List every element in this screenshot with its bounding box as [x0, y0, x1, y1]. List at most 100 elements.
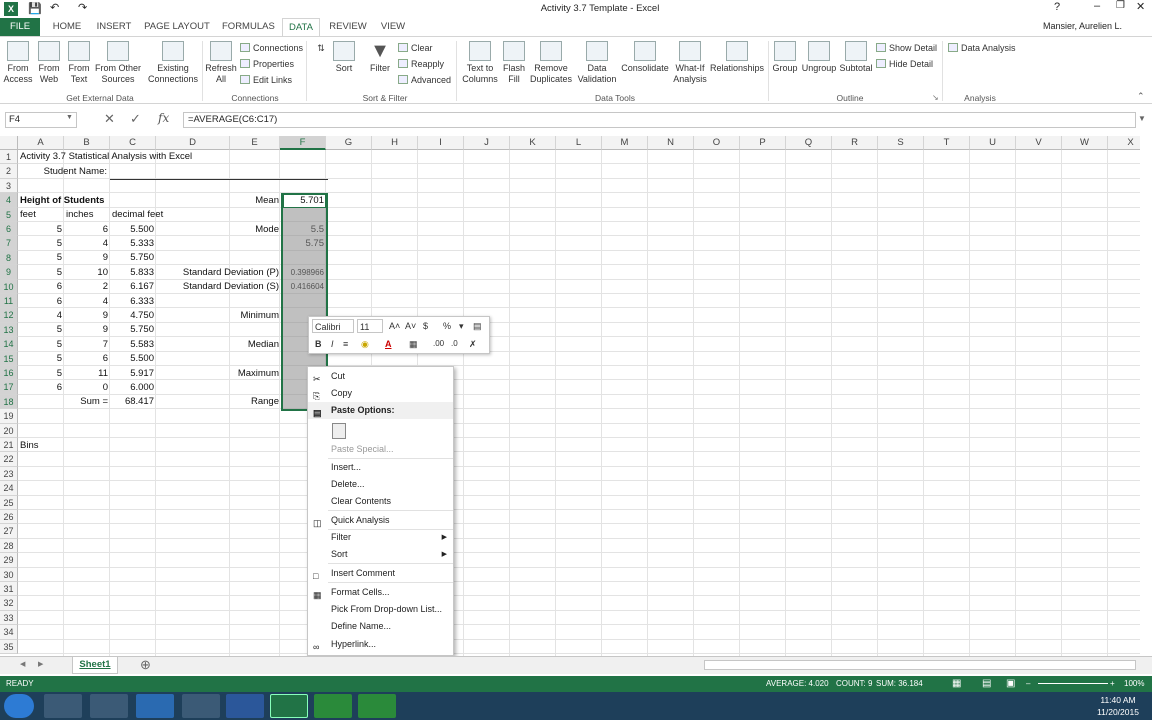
- row-header-31[interactable]: 31: [0, 582, 18, 597]
- align-center-icon[interactable]: ≡: [343, 337, 348, 351]
- ungroup-button[interactable]: Ungroup: [800, 41, 838, 74]
- menu-cut[interactable]: ✂ Cut: [308, 368, 453, 385]
- row-header-6[interactable]: 6: [0, 222, 18, 237]
- column-header-m[interactable]: M: [602, 136, 648, 150]
- add-sheet-icon[interactable]: ⊕: [140, 657, 151, 673]
- italic-icon[interactable]: I: [331, 337, 334, 351]
- row-header-4[interactable]: 4: [0, 193, 18, 208]
- camtasia-icon[interactable]: [314, 694, 352, 718]
- scroll-left-icon[interactable]: ◀: [20, 660, 25, 668]
- consolidate-button[interactable]: Consolidate: [620, 41, 670, 74]
- row-header-30[interactable]: 30: [0, 567, 18, 582]
- close-icon[interactable]: ✕: [1136, 0, 1145, 13]
- clock-date[interactable]: 11/20/2015: [1090, 707, 1146, 717]
- media-player-icon[interactable]: [44, 694, 82, 718]
- row-header-12[interactable]: 12: [0, 308, 18, 323]
- column-header-l[interactable]: L: [556, 136, 602, 150]
- menu-define-name[interactable]: Define Name...: [308, 618, 453, 635]
- row-header-9[interactable]: 9: [0, 265, 18, 280]
- column-header-j[interactable]: J: [464, 136, 510, 150]
- sheet-tab-sheet1[interactable]: Sheet1: [72, 657, 118, 674]
- tab-page-layout[interactable]: PAGE LAYOUT: [144, 18, 210, 36]
- from-text-button[interactable]: From Text: [64, 41, 94, 85]
- comma-style-icon[interactable]: ▾: [459, 319, 464, 333]
- normal-view-icon[interactable]: ▦: [952, 676, 961, 692]
- data-analysis-button[interactable]: Data Analysis: [948, 40, 1016, 56]
- bold-icon[interactable]: B: [315, 337, 322, 351]
- row-header-20[interactable]: 20: [0, 423, 18, 438]
- menu-insert[interactable]: Insert...: [308, 459, 453, 476]
- help-icon[interactable]: ?: [1054, 1, 1060, 13]
- row-header-34[interactable]: 34: [0, 625, 18, 640]
- row-header-3[interactable]: 3: [0, 178, 18, 194]
- paste-icon[interactable]: [332, 423, 346, 439]
- page-layout-view-icon[interactable]: ▤: [982, 676, 991, 692]
- column-header-k[interactable]: K: [510, 136, 556, 150]
- row-header-14[interactable]: 14: [0, 337, 18, 352]
- clear-format-icon[interactable]: ✗: [469, 337, 477, 351]
- page-break-view-icon[interactable]: ▣: [1006, 676, 1015, 692]
- refresh-all-button[interactable]: Refresh All: [204, 41, 238, 85]
- restore-icon[interactable]: ❐: [1116, 0, 1125, 11]
- row-header-27[interactable]: 27: [0, 524, 18, 539]
- row-header-33[interactable]: 33: [0, 610, 18, 626]
- expand-formula-icon[interactable]: ▼: [1138, 114, 1146, 123]
- flash-fill-button[interactable]: Flash Fill: [500, 41, 528, 85]
- word-icon[interactable]: [226, 694, 264, 718]
- row-header-11[interactable]: 11: [0, 294, 18, 309]
- reapply-button[interactable]: Reapply: [398, 56, 444, 72]
- formula-input[interactable]: =AVERAGE(C6:C17): [183, 112, 1136, 128]
- show-detail-button[interactable]: Show Detail: [876, 40, 937, 56]
- tab-view[interactable]: VIEW: [378, 18, 408, 36]
- row-header-2[interactable]: 2: [0, 164, 18, 179]
- hide-detail-button[interactable]: Hide Detail: [876, 56, 933, 72]
- menu-hyperlink[interactable]: ∞ Hyperlink...: [308, 636, 453, 653]
- relationships-button[interactable]: Relationships: [710, 41, 764, 74]
- tab-formulas[interactable]: FORMULAS: [222, 18, 275, 36]
- column-header-g[interactable]: G: [326, 136, 372, 150]
- row-header-16[interactable]: 16: [0, 366, 18, 381]
- column-header-b[interactable]: B: [64, 136, 110, 150]
- outlook-icon[interactable]: [136, 694, 174, 718]
- font-size-select[interactable]: 11: [357, 319, 383, 333]
- column-header-a[interactable]: A: [18, 136, 64, 150]
- row-header-35[interactable]: 35: [0, 639, 18, 654]
- row-header-32[interactable]: 32: [0, 596, 18, 611]
- column-header-i[interactable]: I: [418, 136, 464, 150]
- edit-links-button[interactable]: Edit Links: [240, 72, 292, 88]
- row-header-7[interactable]: 7: [0, 236, 18, 251]
- clock-time[interactable]: 11:40 AM: [1090, 695, 1146, 705]
- filter-button[interactable]: ▼ Filter: [366, 41, 394, 74]
- menu-format-cells[interactable]: ▦ Format Cells...: [308, 584, 453, 601]
- row-header-24[interactable]: 24: [0, 481, 18, 496]
- menu-clear-contents[interactable]: Clear Contents: [308, 493, 453, 510]
- insert-function-icon[interactable]: fx: [158, 111, 169, 125]
- column-header-u[interactable]: U: [970, 136, 1016, 150]
- column-header-n[interactable]: N: [648, 136, 694, 150]
- row-header-10[interactable]: 10: [0, 279, 18, 294]
- save-icon[interactable]: 💾: [28, 2, 42, 15]
- row-header-17[interactable]: 17: [0, 380, 18, 395]
- tab-review[interactable]: REVIEW: [328, 18, 368, 36]
- sort-az-button[interactable]: ⇅: [312, 41, 330, 55]
- row-header-19[interactable]: 19: [0, 409, 18, 424]
- column-header-v[interactable]: V: [1016, 136, 1062, 150]
- font-color-icon[interactable]: A: [385, 337, 392, 351]
- column-header-o[interactable]: O: [694, 136, 740, 150]
- excel-taskbar-icon[interactable]: [270, 694, 308, 718]
- undo-icon[interactable]: ↶: [50, 1, 59, 14]
- decrease-decimal-icon[interactable]: .0: [451, 337, 458, 351]
- start-button-icon[interactable]: [4, 694, 34, 718]
- font-name-select[interactable]: Calibri: [312, 319, 354, 333]
- properties-button[interactable]: Properties: [240, 56, 294, 72]
- format-painter-icon[interactable]: ▤: [473, 319, 482, 333]
- increase-decimal-icon[interactable]: .00: [433, 337, 444, 351]
- column-header-c[interactable]: C: [110, 136, 156, 150]
- collapse-ribbon-icon[interactable]: ⌃: [1137, 91, 1145, 102]
- minimize-icon[interactable]: –: [1094, 0, 1100, 12]
- tab-data[interactable]: DATA: [282, 18, 320, 36]
- menu-filter[interactable]: Filter ▶: [308, 529, 453, 546]
- from-other-sources-button[interactable]: From Other Sources: [94, 41, 142, 85]
- column-header-t[interactable]: T: [924, 136, 970, 150]
- column-header-p[interactable]: P: [740, 136, 786, 150]
